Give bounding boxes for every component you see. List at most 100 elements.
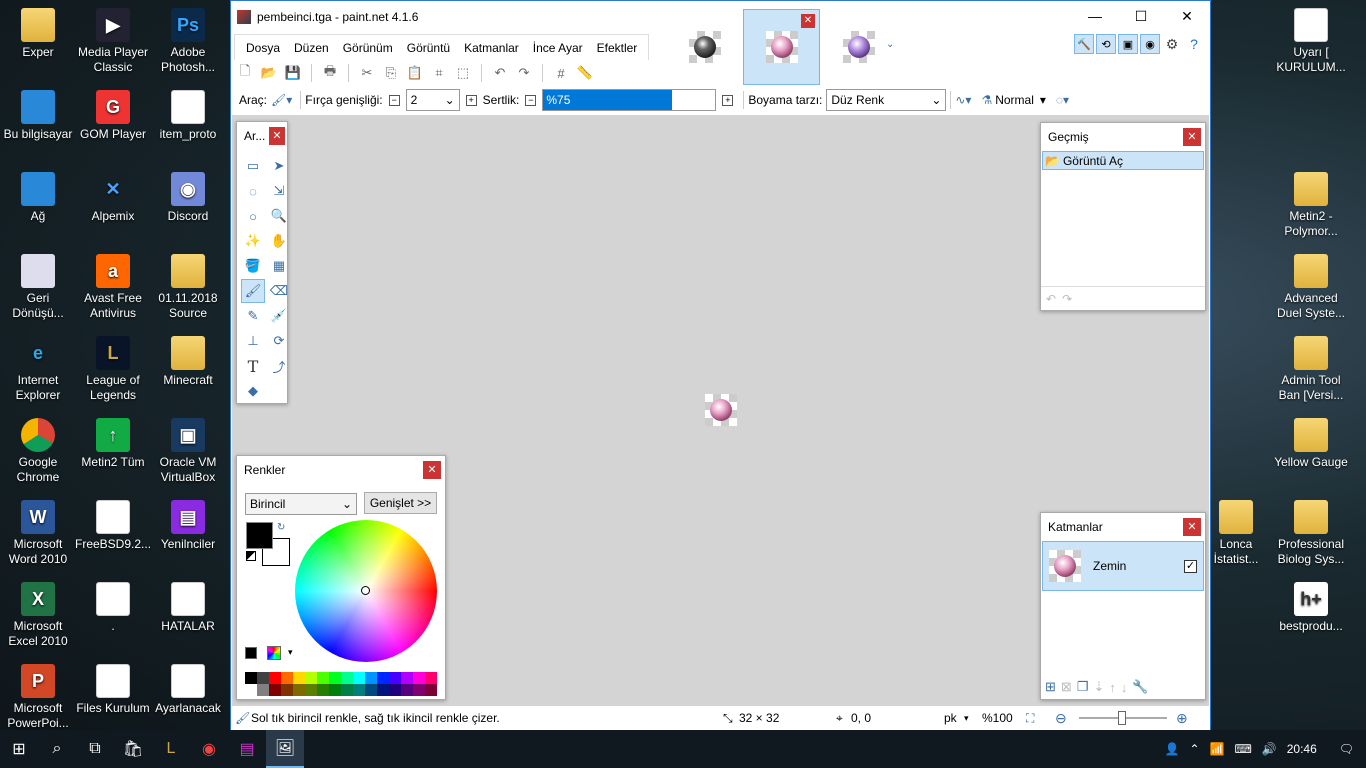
desktop-icon[interactable]: Geri Dönüşü... (0, 254, 76, 321)
desktop-icon[interactable]: L League of Legends (75, 336, 151, 403)
crop-icon[interactable]: ⌗ (429, 63, 449, 83)
move-selection-icon[interactable]: ⇲ (267, 179, 291, 203)
save-icon[interactable]: 💾 (283, 63, 303, 83)
clone-stamp-icon[interactable]: ⊥ (241, 329, 265, 353)
open-icon[interactable]: 📂 (259, 63, 279, 83)
primary-color-swatch[interactable] (246, 522, 273, 549)
history-panel-close-icon[interactable]: ✕ (1183, 128, 1201, 146)
desktop-icon[interactable]: ↑ Metin2 Tüm (75, 418, 151, 470)
desktop-icon[interactable]: Advanced Duel Syste... (1273, 254, 1349, 321)
desktop-icon[interactable]: Professional Biolog Sys... (1273, 500, 1349, 567)
history-redo-icon[interactable]: ↷ (1062, 292, 1072, 306)
desktop-icon[interactable]: Uyarı [ KURULUM... (1273, 8, 1349, 75)
palette-menu-icon[interactable] (267, 646, 281, 660)
desktop-icon[interactable]: h+ bestprodu... (1273, 582, 1349, 634)
clock[interactable]: 20:46 (1287, 742, 1317, 756)
desktop-icon[interactable]: P Microsoft PowerPoi... (0, 664, 76, 731)
palette-swatch[interactable] (269, 684, 281, 696)
palette-swatch[interactable] (365, 672, 377, 684)
palette-swatch[interactable] (317, 672, 329, 684)
wifi-icon[interactable]: 📶 (1210, 742, 1225, 756)
decrease-width-icon[interactable]: − (388, 94, 400, 106)
tray-expand-icon[interactable]: ⌃ (1189, 742, 1199, 756)
palette-swatch[interactable] (305, 672, 317, 684)
ruler-icon[interactable]: 📏 (575, 63, 595, 83)
colors-panel-close-icon[interactable]: ✕ (423, 461, 441, 479)
palette-swatch[interactable] (353, 672, 365, 684)
move-layer-down-icon[interactable]: ↓ (1121, 680, 1128, 695)
palette-swatch[interactable] (413, 684, 425, 696)
grid-icon[interactable]: # (551, 63, 571, 83)
desktop-icon[interactable]: Exper (0, 8, 76, 60)
tools-toggle-icon[interactable]: 🔨 (1074, 34, 1094, 54)
ellipse-select-icon[interactable]: ○ (241, 204, 265, 228)
selection-mode-icon[interactable]: ◌▾ (1056, 93, 1069, 107)
desktop-icon[interactable]: Google Chrome (0, 418, 76, 485)
keyboard-icon[interactable]: ⌨ (1234, 742, 1251, 756)
tabs-dropdown-icon[interactable]: ⌄ (886, 39, 894, 50)
palette-swatch[interactable] (353, 684, 365, 696)
notifications-icon[interactable]: 🗨 (1339, 742, 1354, 756)
text-icon[interactable]: T (241, 354, 265, 378)
layer-row[interactable]: Zemin ✓ (1042, 541, 1204, 591)
history-item[interactable]: 📂 Görüntü Aç (1042, 151, 1204, 170)
units-dropdown-icon[interactable]: ▾ (964, 713, 969, 724)
zoom-fit-icon[interactable]: ⛶ (1026, 711, 1034, 726)
blend-mode-select[interactable]: Normal (995, 93, 1034, 107)
paintnet-taskbar-icon[interactable]: 🖼 (266, 730, 304, 768)
layer-properties-icon[interactable]: 🔧 (1132, 679, 1148, 695)
increase-width-icon[interactable]: + (465, 94, 477, 106)
reset-colors-icon[interactable] (246, 551, 256, 561)
history-toggle-icon[interactable]: ⟲ (1096, 34, 1116, 54)
recolor-icon[interactable]: ⟳ (267, 329, 291, 353)
copy-icon[interactable]: ⎘ (381, 63, 401, 83)
pan-icon[interactable]: ✋ (267, 229, 291, 253)
search-icon[interactable]: ⌕ (38, 730, 76, 768)
desktop-icon[interactable]: Admin Tool Ban [Versi... (1273, 336, 1349, 403)
desktop-icon[interactable]: FreeBSD9.2... (75, 500, 151, 552)
menu-item[interactable]: Görünüm (336, 41, 400, 55)
desktop-icon[interactable]: Yellow Gauge (1273, 418, 1349, 470)
desktop-icon[interactable]: Files Kurulum (75, 664, 151, 716)
people-icon[interactable]: 👤 (1164, 742, 1179, 756)
brush-tool-icon[interactable]: 🖌▾ (271, 93, 292, 107)
desktop-icon[interactable]: W Microsoft Word 2010 (0, 500, 76, 567)
hardness-slider[interactable]: %75 (542, 89, 717, 111)
palette-swatch[interactable] (389, 672, 401, 684)
desktop-icon[interactable]: Bu bilgisayar (0, 90, 76, 142)
layers-toggle-icon[interactable]: ▣ (1118, 34, 1138, 54)
desktop-icon[interactable]: X Microsoft Excel 2010 (0, 582, 76, 649)
palette-swatch[interactable] (257, 684, 269, 696)
desktop-icon[interactable]: ▤ Yenilnciler (150, 500, 226, 552)
cut-icon[interactable]: ✂ (357, 63, 377, 83)
palette-swatch[interactable] (329, 684, 341, 696)
palette-swatch[interactable] (245, 684, 257, 696)
menu-item[interactable]: Dosya (239, 41, 287, 55)
palette-swatch[interactable] (413, 672, 425, 684)
paint-bucket-icon[interactable]: 🪣 (241, 254, 265, 278)
palette-swatch[interactable] (341, 672, 353, 684)
color-picker-icon[interactable]: 💉 (267, 304, 291, 328)
gradient-icon[interactable]: ▦ (267, 254, 291, 278)
deselect-icon[interactable]: ⬚ (453, 63, 473, 83)
color-wheel[interactable] (295, 520, 437, 662)
layer-visibility-checkbox[interactable]: ✓ (1184, 559, 1197, 573)
zoom-slider-thumb[interactable] (1118, 711, 1126, 725)
palette-dropdown-icon[interactable]: ▾ (288, 647, 293, 658)
blend-dropdown-icon[interactable]: ▾ (1040, 93, 1046, 107)
add-color-icon[interactable] (245, 647, 257, 659)
palette-swatch[interactable] (317, 684, 329, 696)
tools-panel-close-icon[interactable]: ✕ (269, 127, 285, 145)
desktop-icon[interactable]: ◉ Discord (150, 172, 226, 224)
palette-swatch[interactable] (257, 672, 269, 684)
eraser-icon[interactable]: ⌫ (267, 279, 291, 303)
palette-swatch[interactable] (401, 684, 413, 696)
magic-wand-icon[interactable]: ✨ (241, 229, 265, 253)
desktop-icon[interactable]: a Avast Free Antivirus (75, 254, 151, 321)
swap-colors-icon[interactable]: ↻ (277, 522, 285, 533)
image-canvas[interactable] (705, 394, 737, 426)
antialias-icon[interactable]: ∿▾ (955, 93, 971, 107)
color-wheel-marker[interactable] (361, 586, 370, 595)
paintbrush-icon[interactable]: 🖌 (241, 279, 265, 303)
zoom-out-icon[interactable]: ⊖ (1055, 710, 1067, 727)
